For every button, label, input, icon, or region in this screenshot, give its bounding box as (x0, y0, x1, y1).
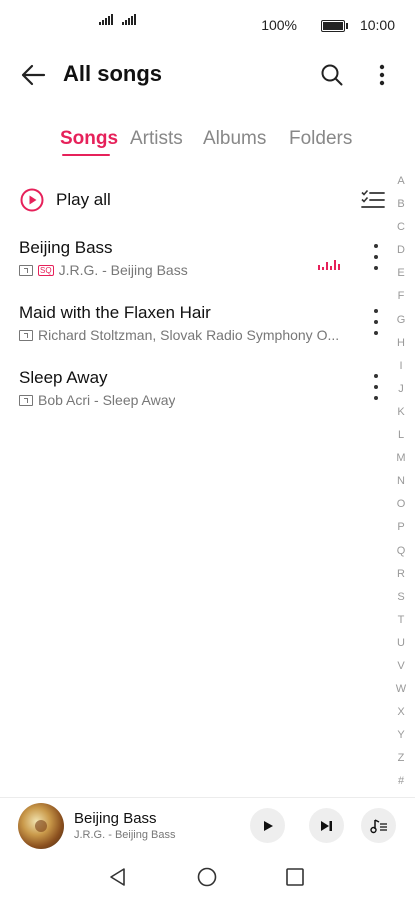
battery-icon (321, 20, 348, 32)
song-meta: J.R.G. - Beijing Bass (58, 262, 188, 278)
song-more-button[interactable] (368, 244, 384, 270)
song-subtitle: Richard Stoltzman, Slovak Radio Symphony… (19, 327, 354, 343)
active-tab-indicator (62, 154, 110, 156)
index-letter[interactable]: H (394, 336, 408, 359)
index-letter[interactable]: I (394, 359, 408, 382)
tab-folders[interactable]: Folders (289, 128, 352, 150)
nav-home-icon (197, 867, 217, 887)
now-playing-artist: J.R.G. - Beijing Bass (74, 829, 176, 841)
page-title: All songs (63, 61, 163, 86)
song-row[interactable]: Sleep Away Bob Acri - Sleep Away (0, 368, 390, 428)
local-file-icon (19, 329, 33, 341)
song-row[interactable]: Maid with the Flaxen Hair Richard Stoltz… (0, 303, 390, 363)
index-letter[interactable]: L (394, 428, 408, 451)
tab-albums-label: Albums (203, 128, 267, 149)
tab-songs[interactable]: Songs (60, 128, 118, 156)
song-subtitle: SQ J.R.G. - Beijing Bass (19, 262, 188, 278)
now-playing-equalizer-icon (318, 260, 340, 270)
song-row[interactable]: Beijing Bass SQ J.R.G. - Beijing Bass (0, 238, 390, 298)
tab-folders-label: Folders (289, 128, 353, 149)
tab-artists-label: Artists (130, 128, 183, 149)
nav-home-button[interactable] (193, 863, 221, 891)
index-letter[interactable]: U (394, 636, 408, 659)
local-file-icon (19, 394, 33, 406)
multi-select-button[interactable] (359, 186, 387, 214)
index-letter[interactable]: M (394, 451, 408, 474)
arrow-left-icon (21, 64, 46, 86)
playlist-icon (369, 818, 387, 833)
index-letter[interactable]: J (394, 382, 408, 405)
queue-button[interactable] (361, 808, 396, 843)
signal-icon-2 (122, 14, 136, 25)
tab-songs-label: Songs (60, 128, 119, 149)
skip-next-icon (321, 820, 332, 831)
index-letter[interactable]: W (394, 682, 408, 705)
song-more-button[interactable] (368, 309, 384, 335)
more-options-button[interactable] (366, 59, 398, 91)
play-button[interactable] (250, 808, 285, 843)
song-title: Beijing Bass (19, 238, 113, 257)
status-bar: 100% 10:00 (0, 0, 415, 50)
local-file-icon (19, 264, 33, 276)
nav-recents-icon (286, 868, 304, 886)
song-title: Sleep Away (19, 368, 108, 387)
index-letter[interactable]: K (394, 405, 408, 428)
back-button[interactable] (18, 60, 48, 90)
album-cover (18, 803, 64, 849)
index-letter[interactable]: D (394, 243, 408, 266)
category-tabs: Songs Artists Albums Folders (0, 128, 415, 168)
search-button[interactable] (316, 59, 348, 91)
index-letter[interactable]: T (394, 613, 408, 636)
song-meta: Richard Stoltzman, Slovak Radio Symphony… (38, 327, 340, 343)
multi-select-list-icon (361, 189, 385, 208)
system-navigation-bar (0, 855, 415, 900)
song-more-button[interactable] (368, 374, 384, 400)
now-playing-title: Beijing Bass (74, 810, 157, 827)
nav-back-button[interactable] (104, 863, 132, 891)
index-letter[interactable]: P (394, 520, 408, 543)
index-letter[interactable]: G (394, 313, 408, 336)
sq-badge: SQ (38, 264, 54, 276)
song-meta: Bob Acri - Sleep Away (38, 392, 176, 408)
index-letter[interactable]: F (394, 289, 408, 312)
nav-back-icon (110, 868, 125, 886)
index-letter[interactable]: S (394, 590, 408, 613)
tab-albums[interactable]: Albums (203, 128, 266, 150)
play-circle-icon (20, 188, 44, 212)
index-letter[interactable]: # (394, 774, 408, 797)
index-letter[interactable]: A (394, 174, 408, 197)
play-all-button[interactable]: Play all (20, 186, 111, 214)
nav-recents-button[interactable] (281, 863, 309, 891)
index-letter[interactable]: C (394, 220, 408, 243)
play-all-label: Play all (56, 190, 111, 209)
index-letter[interactable]: X (394, 705, 408, 728)
play-icon (263, 820, 273, 831)
index-letter[interactable]: O (394, 497, 408, 520)
mini-player[interactable]: Beijing Bass J.R.G. - Beijing Bass (0, 798, 415, 854)
song-title: Maid with the Flaxen Hair (19, 303, 211, 322)
index-letter[interactable]: E (394, 266, 408, 289)
alphabet-index[interactable]: A B C D E F G H I J K L M N O P Q R S T U V W X Y Z # (394, 174, 408, 798)
battery-percent: 100% (261, 17, 297, 33)
tab-artists[interactable]: Artists (130, 128, 183, 150)
index-letter[interactable]: R (394, 567, 408, 590)
index-letter[interactable]: Z (394, 751, 408, 774)
signal-icon-1 (99, 14, 113, 25)
next-button[interactable] (309, 808, 344, 843)
song-subtitle: Bob Acri - Sleep Away (19, 392, 175, 408)
index-letter[interactable]: B (394, 197, 408, 220)
index-letter[interactable]: V (394, 659, 408, 682)
index-letter[interactable]: Y (394, 728, 408, 751)
index-letter[interactable]: N (394, 474, 408, 497)
search-icon (321, 64, 343, 86)
index-letter[interactable]: Q (394, 544, 408, 567)
clock: 10:00 (359, 17, 395, 33)
more-vertical-icon (379, 64, 385, 86)
